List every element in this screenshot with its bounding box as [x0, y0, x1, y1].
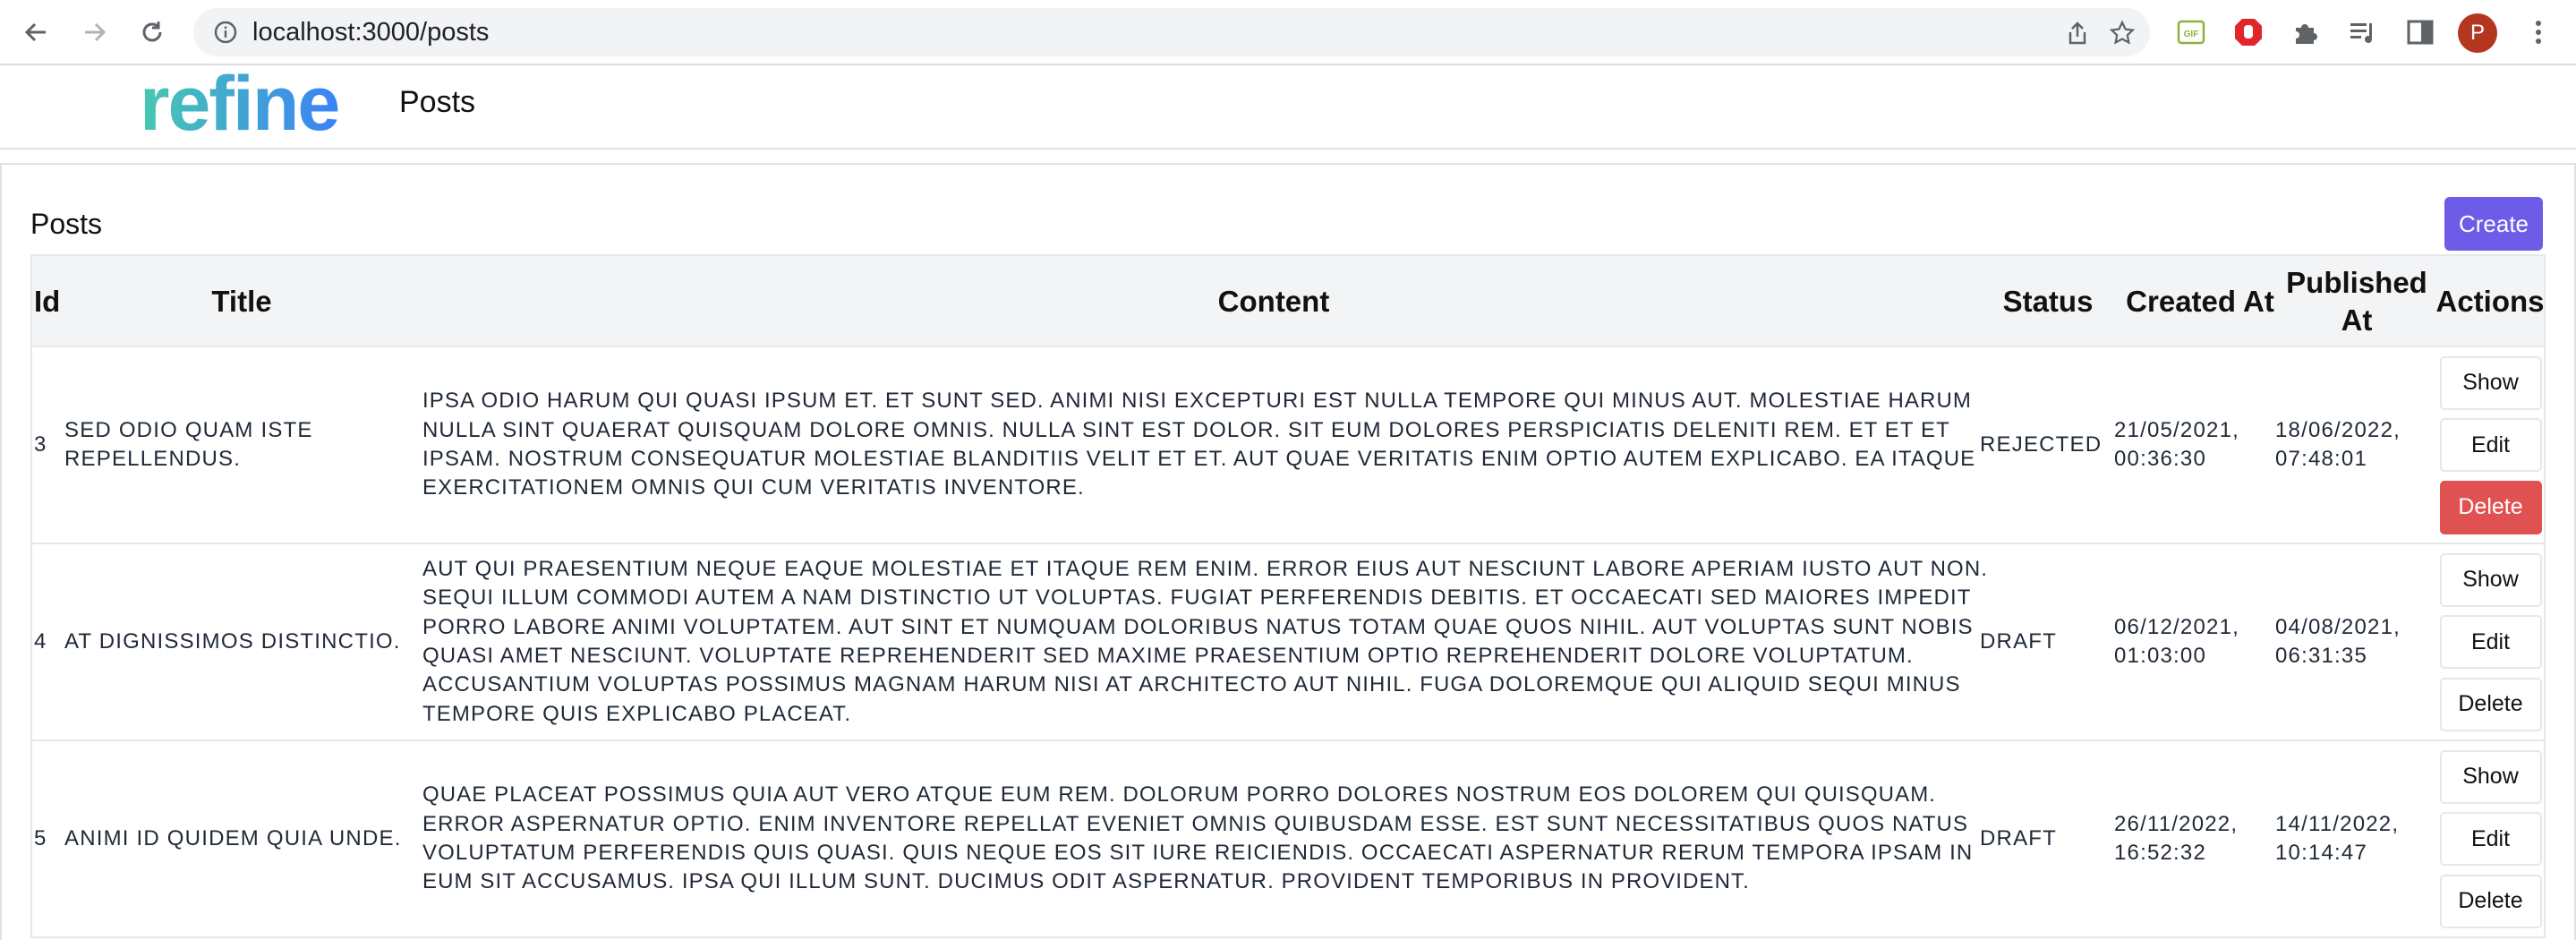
- row-actions: Show Edit Delete: [2435, 741, 2546, 936]
- delete-button[interactable]: Delete: [2439, 874, 2542, 928]
- profile-avatar[interactable]: P: [2458, 13, 2497, 53]
- browser-toolbar: localhost:3000/posts GIF P: [0, 0, 2576, 65]
- share-icon[interactable]: [2064, 20, 2091, 47]
- header-title: Posts: [399, 85, 476, 119]
- edit-button[interactable]: Edit: [2439, 615, 2542, 669]
- column-header-id[interactable]: Id: [32, 256, 64, 347]
- table-row: 4 AT DIGNISSIMOS DISTINCTIO. AUT QUI PRA…: [32, 544, 2544, 741]
- delete-button[interactable]: Delete: [2439, 480, 2542, 534]
- forward-arrow-icon[interactable]: [77, 13, 113, 52]
- cell-id: 4: [34, 629, 47, 654]
- edit-button[interactable]: Edit: [2439, 812, 2542, 866]
- cell-content: AUT QUI PRAESENTIUM NEQUE EAQUE MOLESTIA…: [422, 557, 1989, 726]
- side-panel-icon[interactable]: [2402, 14, 2438, 50]
- cell-created-at: 21/05/2021, 00:36:30: [2114, 418, 2239, 471]
- page-title: Posts: [30, 208, 103, 240]
- star-icon[interactable]: [2109, 20, 2136, 47]
- table-header: Id Title Content Status Created At Publi…: [32, 256, 2545, 347]
- posts-list-panel: Posts Create Id Title Content Status Cre…: [0, 163, 2576, 940]
- reload-icon[interactable]: [134, 13, 170, 52]
- svg-text:GIF: GIF: [2184, 30, 2199, 39]
- kebab-menu-icon[interactable]: [2521, 14, 2556, 50]
- column-header-status[interactable]: Status: [1976, 256, 2120, 347]
- cell-published-at: 18/06/2022, 07:48:01: [2275, 418, 2401, 471]
- posts-table: Id Title Content Status Created At Publi…: [30, 254, 2546, 938]
- table-row: 3 SED ODIO QUAM ISTE REPELLENDUS. IPSA O…: [32, 347, 2544, 544]
- delete-button[interactable]: Delete: [2439, 677, 2542, 731]
- column-header-published-at[interactable]: Published At: [2281, 256, 2433, 347]
- gif-extension-icon[interactable]: GIF: [2173, 14, 2209, 50]
- column-header-actions: Actions: [2435, 285, 2545, 318]
- edit-button[interactable]: Edit: [2439, 418, 2542, 472]
- cell-status: REJECTED: [1980, 432, 2103, 457]
- column-header-content[interactable]: Content: [421, 256, 2127, 347]
- cell-title: ANIMI ID QUIDEM QUIA UNDE.: [64, 826, 402, 850]
- app-header: refine Posts: [0, 67, 2576, 150]
- url-text[interactable]: localhost:3000/posts: [252, 18, 489, 47]
- row-actions: Show Edit Delete: [2435, 347, 2546, 543]
- refine-logo[interactable]: refine: [140, 73, 372, 144]
- create-button[interactable]: Create: [2444, 197, 2543, 251]
- cell-content: IPSA ODIO HARUM QUI QUASI IPSUM ET. ET S…: [422, 389, 1976, 500]
- cell-id: 5: [34, 826, 47, 850]
- row-actions: Show Edit Delete: [2435, 544, 2546, 739]
- table-row: 5 ANIMI ID QUIDEM QUIA UNDE. QUAE PLACEA…: [32, 741, 2544, 938]
- cell-created-at: 26/11/2022, 16:52:32: [2114, 812, 2239, 865]
- cell-status: DRAFT: [1980, 629, 2057, 654]
- cell-title: SED ODIO QUAM ISTE REPELLENDUS.: [64, 418, 313, 471]
- address-bar[interactable]: localhost:3000/posts: [193, 8, 2150, 56]
- cell-id: 3: [34, 432, 47, 457]
- show-button[interactable]: Show: [2439, 355, 2542, 410]
- puzzle-extension-icon[interactable]: [2288, 14, 2324, 50]
- show-button[interactable]: Show: [2439, 749, 2542, 804]
- cell-status: DRAFT: [1980, 826, 2057, 850]
- cell-published-at: 04/08/2021, 06:31:35: [2275, 615, 2401, 668]
- svg-text:refine: refine: [140, 73, 338, 144]
- cell-published-at: 14/11/2022, 10:14:47: [2275, 812, 2400, 865]
- cell-content: QUAE PLACEAT POSSIMUS QUIA AUT VERO ATQU…: [422, 782, 1974, 894]
- column-header-created-at[interactable]: Created At: [2120, 256, 2281, 347]
- show-button[interactable]: Show: [2439, 552, 2542, 607]
- back-arrow-icon[interactable]: [18, 13, 54, 52]
- media-control-icon[interactable]: [2345, 14, 2381, 50]
- cell-created-at: 06/12/2021, 01:03:00: [2114, 615, 2239, 668]
- cell-title: AT DIGNISSIMOS DISTINCTIO.: [64, 629, 401, 654]
- adblock-extension-icon[interactable]: [2231, 14, 2266, 50]
- info-icon[interactable]: [213, 20, 238, 45]
- column-header-title[interactable]: Title: [64, 256, 419, 347]
